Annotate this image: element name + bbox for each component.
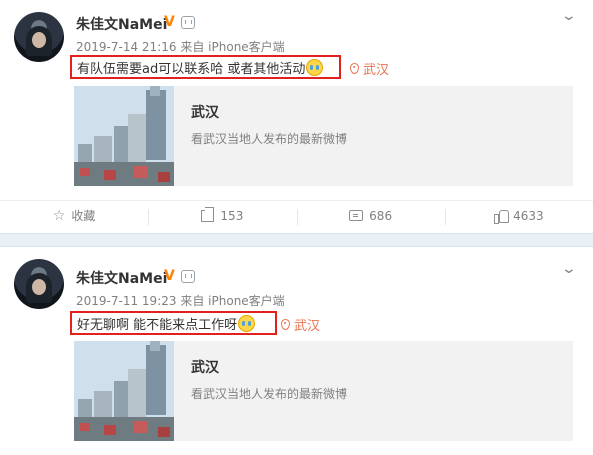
avatar[interactable] bbox=[14, 12, 64, 62]
post-text: 好无聊啊 能不能来点工作呀 bbox=[77, 317, 238, 333]
feed-separator bbox=[0, 233, 593, 247]
forward-button[interactable]: 153 bbox=[148, 201, 296, 230]
city-skyline-image bbox=[74, 86, 174, 186]
location-link[interactable]: 武汉 bbox=[281, 315, 320, 334]
card-title: 武汉 bbox=[191, 105, 219, 121]
member-icon[interactable] bbox=[181, 270, 195, 283]
weibo-post: 朱佳文NaMei V ⌄ 2019-7-11 19:23 来自 iPhone客户… bbox=[0, 247, 593, 455]
post-from-label: 来自 bbox=[180, 294, 205, 308]
avatar[interactable] bbox=[14, 259, 64, 309]
weibo-post: 朱佳文NaMei V ⌄ 2019-7-14 21:16 来自 iPhone客户… bbox=[0, 0, 593, 233]
chevron-down-icon[interactable]: ⌄ bbox=[561, 8, 577, 24]
location-label: 武汉 bbox=[363, 63, 390, 78]
like-button[interactable]: 4633 bbox=[444, 201, 593, 230]
comment-count: 686 bbox=[369, 208, 393, 223]
city-thumbnail bbox=[74, 341, 174, 441]
member-icon[interactable] bbox=[181, 16, 195, 29]
author-name[interactable]: 朱佳文NaMei bbox=[76, 268, 167, 288]
comment-icon bbox=[349, 210, 364, 221]
city-skyline-image bbox=[74, 341, 174, 441]
favorite-label: 收藏 bbox=[71, 209, 96, 223]
city-thumbnail bbox=[74, 86, 174, 186]
forward-count: 153 bbox=[220, 208, 244, 223]
post-source[interactable]: iPhone客户端 bbox=[208, 40, 285, 54]
verified-icon: V bbox=[164, 14, 175, 30]
location-card[interactable]: 武汉 看武汉当地人发布的最新微博 bbox=[74, 86, 573, 186]
action-bar: ☆ 收藏 153 686 4633 bbox=[0, 200, 593, 230]
card-subtitle: 看武汉当地人发布的最新微博 bbox=[191, 132, 348, 146]
chevron-down-icon[interactable]: ⌄ bbox=[561, 261, 577, 277]
post-text-highlight: 好无聊啊 能不能来点工作呀 bbox=[70, 311, 277, 335]
post-source[interactable]: iPhone客户端 bbox=[208, 294, 285, 308]
location-pin-icon bbox=[281, 319, 290, 330]
location-card[interactable]: 武汉 看武汉当地人发布的最新微博 bbox=[74, 341, 573, 441]
post-text: 有队伍需要ad可以联系哈 或者其他活动 bbox=[77, 61, 306, 77]
location-label: 武汉 bbox=[294, 319, 321, 334]
card-title: 武汉 bbox=[191, 360, 219, 376]
post-meta: 2019-7-14 21:16 来自 iPhone客户端 bbox=[76, 38, 285, 55]
crying-emoji-icon bbox=[306, 58, 324, 76]
comment-button[interactable]: 686 bbox=[296, 201, 445, 230]
crying-emoji-icon bbox=[238, 314, 256, 332]
star-icon: ☆ bbox=[52, 207, 66, 224]
post-time[interactable]: 2019-7-11 19:23 bbox=[76, 294, 177, 308]
location-link[interactable]: 武汉 bbox=[350, 59, 389, 78]
forward-icon bbox=[201, 209, 215, 222]
location-pin-icon bbox=[350, 63, 359, 74]
post-from-label: 来自 bbox=[180, 40, 205, 54]
post-time[interactable]: 2019-7-14 21:16 bbox=[76, 40, 177, 54]
post-meta: 2019-7-11 19:23 来自 iPhone客户端 bbox=[76, 292, 285, 309]
verified-icon: V bbox=[164, 268, 175, 284]
favorite-button[interactable]: ☆ 收藏 bbox=[0, 201, 148, 230]
like-count: 4633 bbox=[513, 208, 544, 223]
post-text-highlight: 有队伍需要ad可以联系哈 或者其他活动 bbox=[70, 55, 341, 79]
card-subtitle: 看武汉当地人发布的最新微博 bbox=[191, 387, 348, 401]
author-name[interactable]: 朱佳文NaMei bbox=[76, 14, 167, 34]
thumbs-up-icon bbox=[494, 209, 510, 224]
